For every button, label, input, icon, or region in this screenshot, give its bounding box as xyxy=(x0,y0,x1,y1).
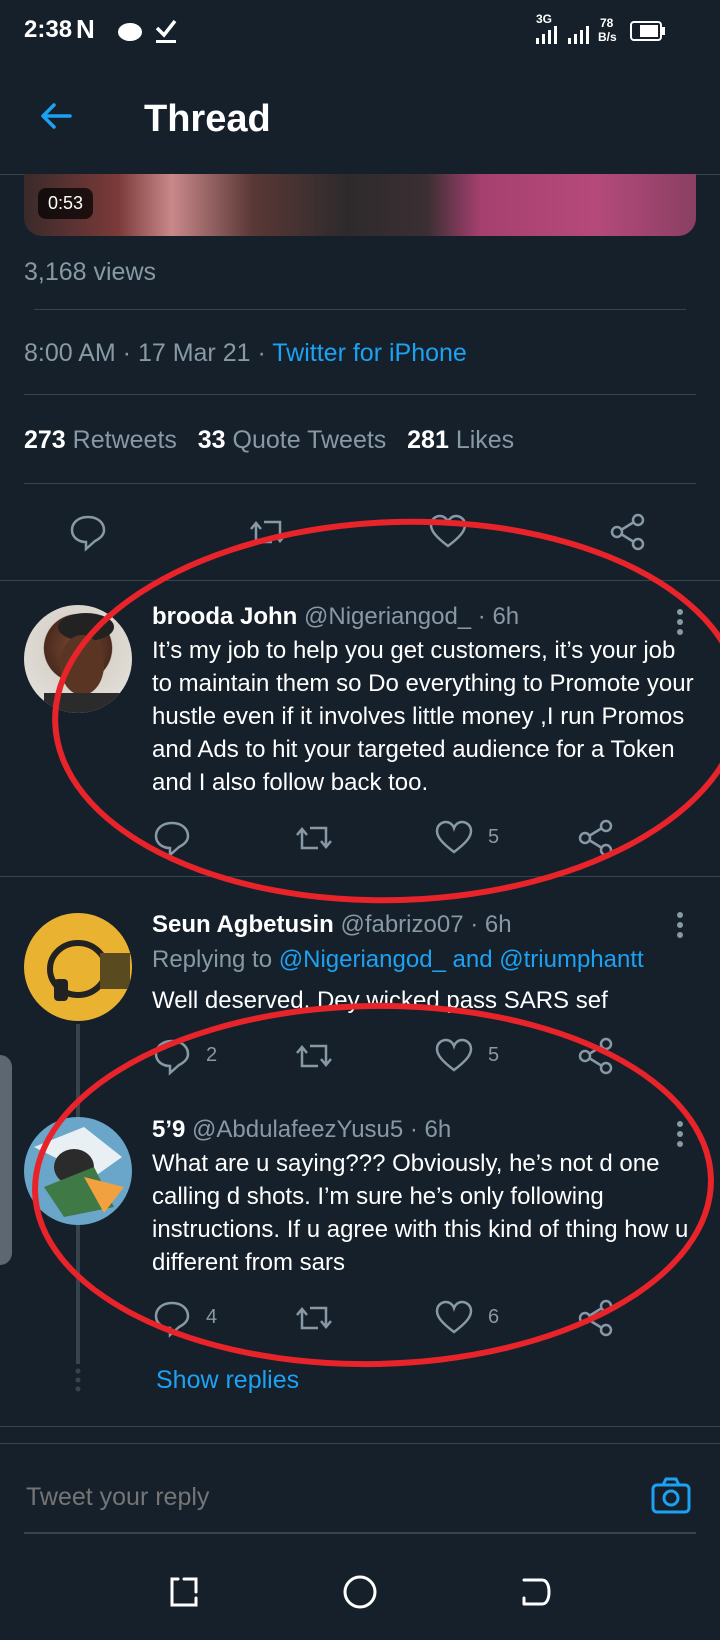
retweets-stat[interactable]: 273 Retweets xyxy=(24,426,177,454)
reply-text: It’s my job to help you get customers, i… xyxy=(152,637,694,796)
share-icon[interactable] xyxy=(576,1298,616,1338)
recent-apps-icon[interactable] xyxy=(168,1576,200,1608)
camera-icon[interactable] xyxy=(650,1476,692,1516)
view-count: 3,168 views xyxy=(24,258,157,286)
reply-header: brooda John @Nigeriangod_ · 6h xyxy=(152,603,519,631)
divider xyxy=(24,394,696,395)
cloud-icon xyxy=(118,23,142,41)
avatar-image xyxy=(44,613,124,713)
speed-unit: B/s xyxy=(598,30,617,44)
tweet-timestamp: 8:00 AM · 17 Mar 21 · xyxy=(24,339,273,367)
reply-handle-time[interactable]: @Nigeriangod_ · 6h xyxy=(304,603,519,630)
retweet-icon[interactable] xyxy=(294,1036,334,1076)
reply-author-name[interactable]: 5’9 xyxy=(152,1116,185,1143)
reply-input[interactable] xyxy=(24,1473,588,1521)
status-time: 2:38 xyxy=(24,16,73,43)
video-thumbnail[interactable] xyxy=(24,174,696,236)
tweet-meta: 8:00 AM · 17 Mar 21 · Twitter for iPhone xyxy=(24,339,467,368)
scroll-handle[interactable] xyxy=(0,1055,12,1265)
signal-icon xyxy=(536,26,589,44)
replying-to-link[interactable]: @Nigeriangod_ and @triumphantt xyxy=(279,946,644,973)
show-replies-link[interactable]: Show replies xyxy=(156,1366,299,1395)
reply-header: 5’9 @AbdulafeezYusu5 · 6h xyxy=(152,1116,451,1144)
like-icon[interactable] xyxy=(434,818,474,858)
reply-author-name[interactable]: brooda John xyxy=(152,603,297,630)
share-icon[interactable] xyxy=(576,1036,616,1076)
reply-count: 2 xyxy=(206,1044,218,1066)
reply-icon[interactable] xyxy=(152,1298,192,1338)
replying-to: Replying to @Nigeriangod_ and @triumphan… xyxy=(152,946,644,973)
more-icon[interactable] xyxy=(675,911,685,939)
share-icon[interactable] xyxy=(608,512,648,552)
avatar-image xyxy=(34,1127,124,1217)
divider xyxy=(24,483,696,484)
reply-handle-time[interactable]: @AbdulafeezYusu5 · 6h xyxy=(192,1116,451,1143)
like-icon[interactable] xyxy=(434,1036,474,1076)
input-underline xyxy=(24,1532,696,1534)
divider xyxy=(0,580,720,581)
reply-icon[interactable] xyxy=(152,1036,192,1076)
retweet-icon[interactable] xyxy=(294,818,334,858)
avatar-image xyxy=(47,940,130,1001)
likes-stat[interactable]: 281 Likes xyxy=(407,426,514,454)
share-icon[interactable] xyxy=(576,818,616,858)
reply-count: 4 xyxy=(206,1306,218,1328)
retweet-icon[interactable] xyxy=(294,1298,334,1338)
video-duration: 0:53 xyxy=(38,188,94,219)
engagement-stats: 273 Retweets 33 Quote Tweets 281 Likes xyxy=(24,426,514,455)
reply-author-name[interactable]: Seun Agbetusin xyxy=(152,911,334,938)
quotes-stat[interactable]: 33 Quote Tweets xyxy=(198,426,387,454)
reply-text: Well deserved. Dey wicked pass SARS sef xyxy=(152,987,608,1014)
reply-header: Seun Agbetusin @fabrizo07 · 6h xyxy=(152,911,512,939)
like-count: 6 xyxy=(488,1306,500,1328)
status-bar: 2:38 N 3G 78 B/s xyxy=(0,0,720,62)
page-title: Thread xyxy=(144,98,271,140)
reply-icon[interactable] xyxy=(68,512,108,552)
top-app-bar xyxy=(0,62,720,175)
divider xyxy=(34,309,686,310)
battery-icon xyxy=(630,21,665,41)
like-icon[interactable] xyxy=(434,1298,474,1338)
back-arrow-icon[interactable] xyxy=(36,96,76,136)
divider xyxy=(0,1426,720,1427)
avatar[interactable] xyxy=(24,1117,132,1225)
divider xyxy=(0,876,720,877)
reply-text: What are u saying??? Obviously, he’s not… xyxy=(152,1150,689,1276)
divider xyxy=(0,1443,720,1444)
netflix-icon: N xyxy=(76,14,95,44)
home-icon[interactable] xyxy=(342,1574,378,1610)
reply-icon[interactable] xyxy=(152,818,192,858)
like-count: 5 xyxy=(488,1044,500,1066)
download-done-icon xyxy=(155,19,177,43)
avatar[interactable] xyxy=(24,605,132,713)
like-icon[interactable] xyxy=(428,512,468,552)
tweet-source-link[interactable]: Twitter for iPhone xyxy=(272,339,467,367)
like-count: 5 xyxy=(488,826,500,848)
more-icon[interactable] xyxy=(675,1120,685,1148)
reply-handle-time[interactable]: @fabrizo07 · 6h xyxy=(340,911,511,938)
retweet-icon[interactable] xyxy=(248,512,288,552)
back-nav-icon[interactable] xyxy=(520,1576,552,1608)
more-icon[interactable] xyxy=(675,608,685,636)
speed-value: 78 xyxy=(600,16,614,30)
thread-dots-icon xyxy=(75,1368,81,1392)
avatar[interactable] xyxy=(24,913,132,1021)
